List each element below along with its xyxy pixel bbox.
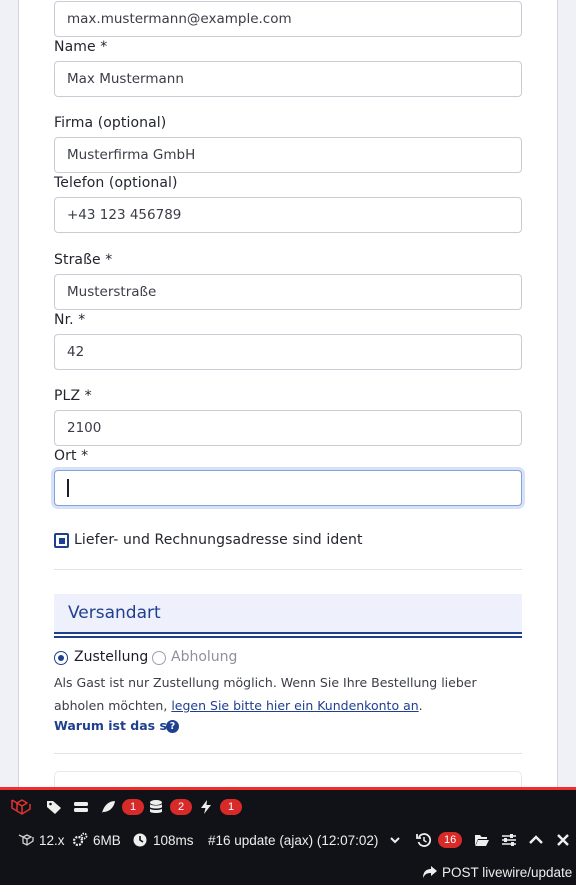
number-input[interactable]: 42 bbox=[54, 334, 522, 370]
why-label[interactable]: Warum ist das so bbox=[54, 718, 175, 733]
cogs-icon bbox=[72, 832, 88, 847]
settings-sliders-icon[interactable] bbox=[501, 824, 517, 856]
shipping-section-header: Versandart bbox=[54, 594, 522, 632]
pickup-radio[interactable] bbox=[152, 651, 166, 665]
phone-label: Telefon (optional) bbox=[54, 175, 178, 191]
street-label: Straße * bbox=[54, 252, 113, 268]
close-icon[interactable] bbox=[555, 824, 571, 856]
section-underline-secondary bbox=[54, 636, 522, 638]
name-input[interactable]: Max Mustermann bbox=[54, 61, 522, 97]
events-tab[interactable]: 1 bbox=[198, 790, 242, 824]
pickup-radio-label[interactable]: Abholung bbox=[171, 649, 237, 665]
history-icon bbox=[416, 833, 432, 847]
events-count-badge: 1 bbox=[220, 799, 242, 815]
text-caret bbox=[67, 479, 69, 497]
divider bbox=[54, 569, 522, 570]
guest-shipping-info: Als Gast ist nur Zustellung möglich. Wen… bbox=[54, 671, 514, 717]
zip-label: PLZ * bbox=[54, 388, 92, 404]
question-icon[interactable]: ? bbox=[166, 720, 179, 733]
version-text: 12.x bbox=[39, 832, 65, 848]
shipping-section-title: Versandart bbox=[68, 603, 161, 623]
company-input[interactable]: Musterfirma GmbH bbox=[54, 137, 522, 173]
request-select[interactable]: #16 update (ajax) (12:07:02) bbox=[208, 824, 401, 856]
divider bbox=[54, 753, 522, 754]
laravel-icon bbox=[18, 834, 34, 846]
company-label: Firma (optional) bbox=[54, 115, 167, 131]
clock-icon bbox=[133, 833, 147, 847]
same-address-checkbox[interactable] bbox=[54, 533, 69, 548]
delivery-radio[interactable] bbox=[54, 651, 68, 665]
delivery-radio-label[interactable]: Zustellung bbox=[74, 649, 148, 665]
debug-bar-tabs: 1 2 1 bbox=[0, 790, 576, 824]
bolt-icon bbox=[201, 800, 211, 814]
time-text: 108ms bbox=[153, 832, 194, 848]
memory-item[interactable]: 6MB bbox=[72, 824, 121, 856]
queries-count-badge: 1 bbox=[122, 799, 144, 815]
version-item[interactable]: 12.x bbox=[18, 824, 65, 856]
info-text-end: . bbox=[418, 698, 423, 713]
history-button[interactable]: 16 bbox=[416, 824, 463, 856]
memory-text: 6MB bbox=[93, 832, 121, 848]
name-label: Name * bbox=[54, 39, 108, 55]
debug-bar-route: POST livewire/update bbox=[0, 856, 576, 885]
debug-bar: 1 2 1 12.x 6MB 108ms #16 update (ajax) (… bbox=[0, 787, 576, 885]
phone-input[interactable]: +43 123 456789 bbox=[54, 197, 522, 233]
queries-tab[interactable]: 1 bbox=[100, 790, 144, 824]
laravel-logo-icon[interactable] bbox=[10, 790, 32, 824]
database-icon bbox=[150, 800, 162, 813]
share-icon bbox=[423, 866, 437, 878]
create-account-link[interactable]: legen Sie bitte hier ein Kundenkonto an bbox=[171, 698, 418, 713]
leaf-icon bbox=[102, 801, 115, 813]
zip-input[interactable]: 2100 bbox=[54, 410, 522, 446]
email-input[interactable]: max.mustermann@example.com bbox=[54, 1, 522, 37]
route-item[interactable]: POST livewire/update bbox=[422, 856, 572, 885]
debug-bar-status: 12.x 6MB 108ms #16 update (ajax) (12:07:… bbox=[0, 824, 576, 856]
folder-open-icon[interactable] bbox=[474, 824, 490, 856]
city-input[interactable] bbox=[54, 470, 522, 506]
time-item[interactable]: 108ms bbox=[132, 824, 194, 856]
chevron-up-icon[interactable] bbox=[528, 824, 544, 856]
request-select-value: #16 update (ajax) (12:07:02) bbox=[208, 832, 379, 848]
street-input[interactable]: Musterstraße bbox=[54, 274, 522, 310]
section-underline bbox=[54, 632, 522, 634]
chevron-down-icon bbox=[390, 837, 401, 844]
route-text: POST livewire/update bbox=[442, 864, 573, 880]
models-count-badge: 2 bbox=[170, 799, 192, 815]
stack-icon[interactable] bbox=[73, 790, 89, 824]
tag-icon[interactable] bbox=[46, 790, 62, 824]
requests-count-badge: 16 bbox=[438, 832, 463, 848]
number-label: Nr. * bbox=[54, 312, 86, 328]
city-label: Ort * bbox=[54, 448, 89, 464]
models-tab[interactable]: 2 bbox=[148, 790, 192, 824]
same-address-label[interactable]: Liefer- und Rechnungsadresse sind ident bbox=[74, 532, 363, 548]
